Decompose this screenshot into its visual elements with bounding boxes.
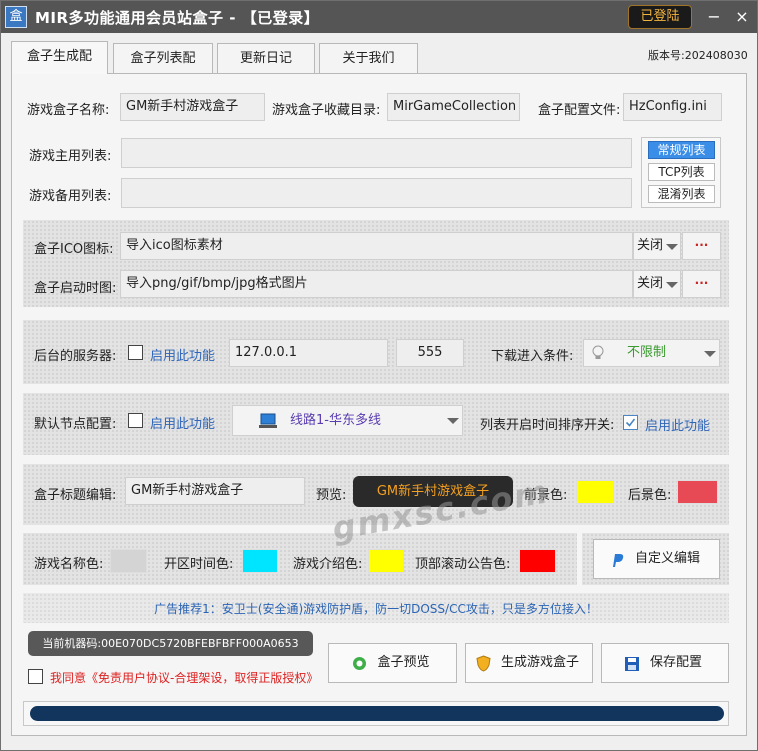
scroll-notice-color-label: 顶部滚动公告色: — [415, 557, 511, 572]
shield-icon — [476, 655, 491, 672]
chevron-down-icon — [447, 418, 459, 424]
login-status-button[interactable]: 已登陆 — [628, 5, 692, 29]
ico-browse-button[interactable]: ··· — [682, 232, 721, 260]
bg-color-label: 后景色: — [628, 488, 672, 503]
server-label: 后台的服务器: — [34, 349, 117, 364]
computer-icon — [259, 413, 277, 428]
lightbulb-icon — [592, 345, 604, 359]
sort-enable-checkbox[interactable] — [623, 415, 638, 430]
name-color-label: 游戏名称色: — [34, 557, 104, 572]
window-title: MIR多功能通用会员站盒子 - 【已登录】 — [35, 9, 320, 27]
server-enable-label[interactable]: 启用此功能 — [150, 345, 215, 364]
custom-edit-button[interactable]: 自定义编辑 — [593, 539, 720, 579]
tab-about[interactable]: 关于我们 — [319, 43, 418, 73]
server-enable-checkbox[interactable] — [128, 345, 143, 360]
app-icon: 盒 — [5, 6, 27, 28]
custom-edit-label: 自定义编辑 — [634, 551, 700, 566]
node-line-select[interactable]: 线路1-华东多线 — [232, 405, 463, 436]
title-edit-label: 盒子标题编辑: — [34, 488, 117, 503]
download-condition-select[interactable]: 不限制 — [583, 339, 720, 367]
close-button[interactable]: × — [729, 5, 755, 29]
tab-box-generate[interactable]: 盒子生成配 — [11, 41, 108, 74]
splash-toggle-select[interactable]: 关闭 — [633, 270, 681, 298]
sort-enable-label[interactable]: 启用此功能 — [645, 415, 710, 434]
box-name-input[interactable]: GM新手村游戏盒子 — [120, 93, 265, 121]
save-config-label: 保存配置 — [649, 655, 702, 670]
box-preview-label: 盒子预览 — [377, 655, 430, 670]
preview-icon — [353, 657, 366, 670]
chevron-down-icon — [666, 282, 678, 288]
chevron-down-icon — [704, 351, 716, 357]
box-name-label: 游戏盒子名称: — [27, 103, 110, 118]
node-label: 默认节点配置: — [34, 417, 117, 432]
splash-path-input[interactable]: 导入png/gif/bmp/jpg格式图片 — [120, 270, 633, 298]
collection-dir-label: 游戏盒子收藏目录: — [272, 103, 381, 118]
tab-changelog[interactable]: 更新日记 — [217, 43, 315, 73]
app-window: 盒 MIR多功能通用会员站盒子 - 【已登录】 已登陆 − × 盒子生成配 盒子… — [0, 0, 758, 751]
title-edit-input[interactable]: GM新手村游戏盒子 — [125, 477, 305, 505]
download-condition-value: 不限制 — [627, 345, 667, 360]
agreement-text[interactable]: 我同意《免责用户协议-合理架设，取得正版授权》 — [50, 669, 318, 686]
server-ip-input[interactable]: 127.0.0.1 — [229, 339, 388, 367]
backup-list-label: 游戏备用列表: — [29, 189, 112, 204]
preview-label: 预览: — [316, 488, 347, 503]
server-port-input[interactable]: 555 — [396, 339, 464, 367]
splash-browse-button[interactable]: ··· — [682, 270, 721, 298]
backup-list-input[interactable] — [121, 178, 632, 208]
list-type-obfuscated-button[interactable]: 混淆列表 — [648, 185, 715, 203]
ad-text[interactable]: 广告推荐1：安卫士(安全通)游戏防护盾，防一切DOSS/CC攻击，只是多方位接入… — [23, 600, 729, 617]
splash-toggle-value: 关闭 — [637, 276, 664, 291]
intro-color-label: 游戏介绍色: — [293, 557, 363, 572]
ico-label: 盒子ICO图标: — [34, 242, 114, 257]
ico-path-input[interactable]: 导入ico图标素材 — [120, 232, 633, 260]
title-bar: 盒 MIR多功能通用会员站盒子 - 【已登录】 已登陆 − × — [1, 1, 757, 33]
intro-color-swatch[interactable] — [368, 549, 404, 573]
config-file-input[interactable]: HzConfig.ini — [623, 93, 722, 121]
paypal-icon — [613, 554, 624, 567]
progress-bar-fill — [30, 706, 724, 721]
list-type-regular-button[interactable]: 常规列表 — [648, 141, 715, 159]
minimize-button[interactable]: − — [701, 5, 727, 29]
list-type-tcp-button[interactable]: TCP列表 — [648, 163, 715, 181]
node-line-value: 线路1-华东多线 — [290, 413, 381, 428]
save-icon — [625, 657, 639, 671]
ico-toggle-select[interactable]: 关闭 — [633, 232, 681, 260]
ico-toggle-value: 关闭 — [637, 238, 664, 253]
node-enable-label[interactable]: 启用此功能 — [150, 413, 215, 432]
machine-code-badge: 当前机器码:00E070DC5720BFEBFBFF000A0653 — [28, 631, 313, 656]
box-preview-button[interactable]: 盒子预览 — [328, 643, 457, 683]
fg-color-swatch[interactable] — [576, 480, 614, 504]
sort-switch-label: 列表开启时间排序开关: — [480, 418, 615, 433]
generate-box-label: 生成游戏盒子 — [500, 655, 579, 670]
download-condition-label: 下载进入条件: — [491, 349, 574, 364]
splash-label: 盒子启动时图: — [34, 281, 117, 296]
tab-box-list[interactable]: 盒子列表配 — [113, 43, 213, 73]
config-file-label: 盒子配置文件: — [538, 103, 621, 118]
main-list-label: 游戏主用列表: — [29, 149, 112, 164]
main-list-input[interactable] — [121, 138, 632, 168]
checkmark-icon — [625, 418, 636, 427]
scroll-notice-color-swatch[interactable] — [519, 549, 556, 573]
bg-color-swatch[interactable] — [677, 480, 718, 504]
generate-box-button[interactable]: 生成游戏盒子 — [465, 643, 593, 683]
version-label: 版本号:202408030 — [648, 49, 748, 62]
opentime-color-swatch[interactable] — [242, 549, 278, 573]
chevron-down-icon — [666, 244, 678, 250]
save-config-button[interactable]: 保存配置 — [601, 643, 729, 683]
agreement-checkbox[interactable] — [28, 669, 43, 684]
name-color-swatch[interactable] — [110, 549, 147, 573]
node-enable-checkbox[interactable] — [128, 413, 143, 428]
opentime-color-label: 开区时间色: — [164, 557, 234, 572]
collection-dir-input[interactable]: MirGameCollection — [387, 93, 520, 121]
